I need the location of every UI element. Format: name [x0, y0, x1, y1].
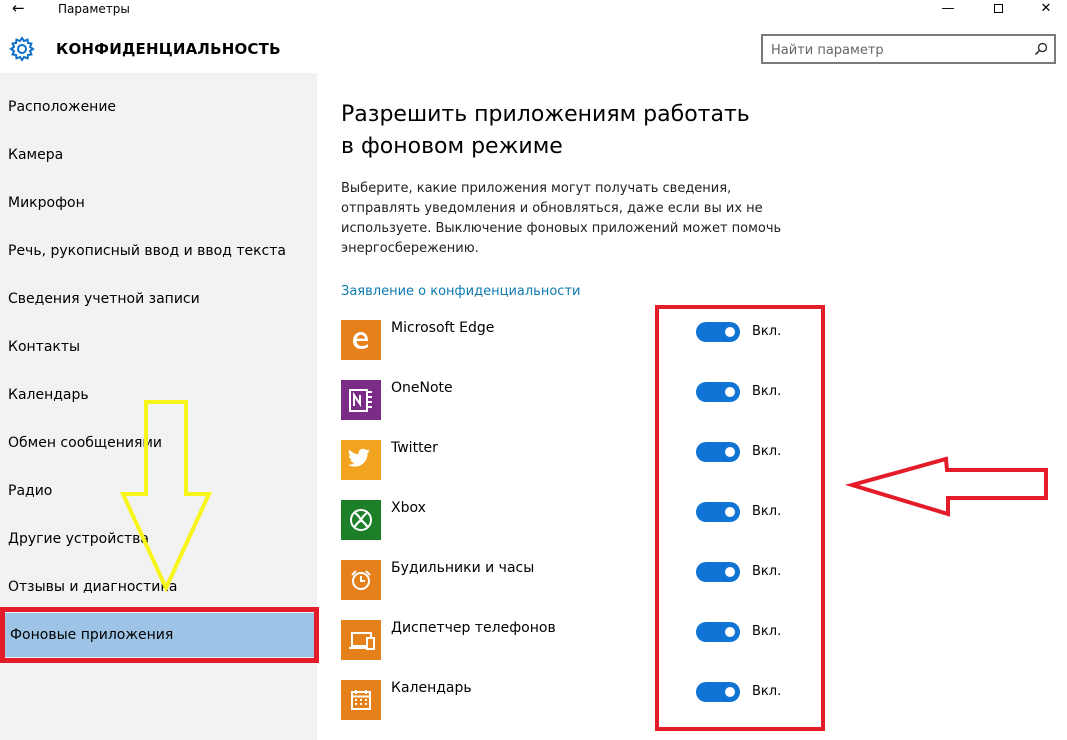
- window-title: Параметры: [58, 2, 130, 16]
- gear-icon: [9, 36, 35, 62]
- page-description: Выберите, какие приложения могут получат…: [341, 181, 782, 256]
- page-heading: Разрешить приложениям работать в фоновом…: [341, 102, 750, 159]
- maximize-icon: [993, 4, 1003, 13]
- close-button[interactable]: ✕: [1024, 0, 1067, 18]
- app-name: Календарь: [391, 680, 472, 696]
- page-title: КОНФИДЕНЦИАЛЬНОСТЬ: [56, 40, 281, 58]
- search-input[interactable]: [771, 41, 1031, 59]
- back-button[interactable]: ←: [12, 0, 32, 18]
- twitter-icon: [341, 440, 381, 480]
- onenote-icon: [341, 380, 381, 420]
- privacy-statement-link[interactable]: Заявление о конфиденциальности: [341, 284, 580, 299]
- sidebar-item-calendar[interactable]: Календарь: [0, 373, 317, 417]
- sidebar-item-messaging[interactable]: Обмен сообщениями: [0, 421, 317, 465]
- app-name: Microsoft Edge: [391, 320, 495, 336]
- minimize-button[interactable]: —: [926, 0, 970, 18]
- phone-companion-icon: [341, 620, 381, 660]
- app-name: Xbox: [391, 500, 426, 516]
- sidebar-item-speech[interactable]: Речь, рукописный ввод и ввод текста: [0, 229, 317, 273]
- sidebar-item-other-devices[interactable]: Другие устройства: [0, 517, 317, 561]
- sidebar-item-microphone[interactable]: Микрофон: [0, 181, 317, 225]
- search-icon[interactable]: [1034, 42, 1048, 56]
- highlight-frame-toggles: [655, 305, 825, 731]
- app-name: Диспетчер телефонов: [391, 620, 556, 636]
- xbox-icon: [341, 500, 381, 540]
- title-bar: ← Параметры — ✕: [0, 0, 1067, 20]
- sidebar-item-feedback[interactable]: Отзывы и диагностика: [0, 565, 317, 609]
- app-name: Будильники и часы: [391, 560, 535, 576]
- app-name: Twitter: [391, 440, 438, 456]
- sidebar-item-account-info[interactable]: Сведения учетной записи: [0, 277, 317, 321]
- search-box[interactable]: [761, 34, 1056, 64]
- edge-icon: [341, 320, 381, 360]
- highlight-frame-sidebar: [0, 607, 319, 663]
- calendar-icon: [341, 680, 381, 720]
- alarm-clock-icon: [341, 560, 381, 600]
- maximize-button[interactable]: [976, 0, 1020, 18]
- sidebar-item-camera[interactable]: Камера: [0, 133, 317, 177]
- sidebar-item-contacts[interactable]: Контакты: [0, 325, 317, 369]
- sidebar-item-radios[interactable]: Радио: [0, 469, 317, 513]
- sidebar-item-location[interactable]: Расположение: [0, 85, 317, 129]
- settings-header: КОНФИДЕНЦИАЛЬНОСТЬ: [0, 20, 1067, 73]
- app-name: OneNote: [391, 380, 453, 396]
